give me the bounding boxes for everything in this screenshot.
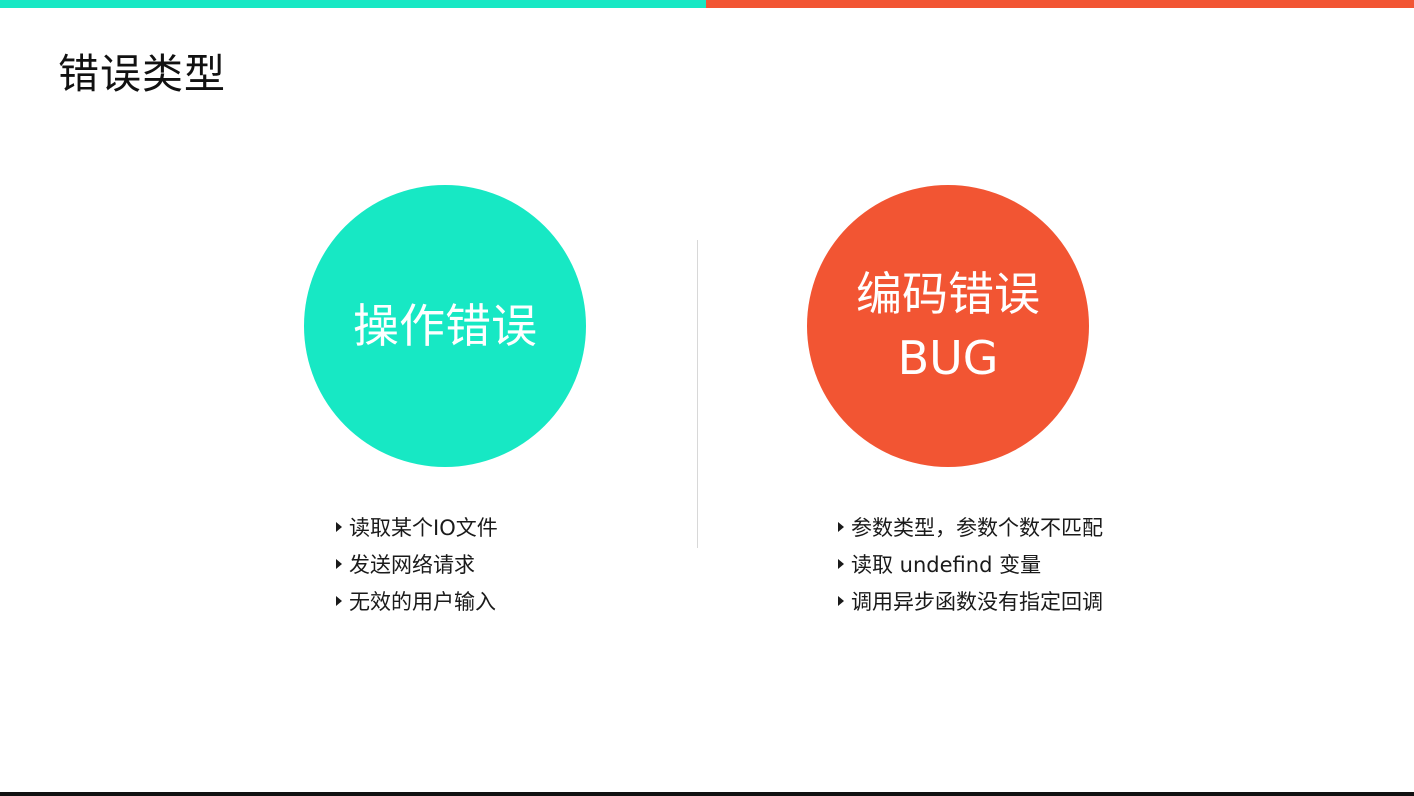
coding-error-label: 编码错误 (856, 267, 1040, 321)
list-item-text: 读取 undefind 变量 (851, 552, 1042, 577)
list-item: 发送网络请求 (336, 545, 498, 582)
list-item: 读取 undefind 变量 (838, 545, 1103, 582)
coding-error-list: 参数类型，参数个数不匹配 读取 undefind 变量 调用异步函数没有指定回调 (838, 508, 1103, 619)
list-item-text: 参数类型，参数个数不匹配 (851, 515, 1103, 540)
list-item: 调用异步函数没有指定回调 (838, 582, 1103, 619)
operation-error-list: 读取某个IO文件 发送网络请求 无效的用户输入 (336, 508, 498, 619)
center-divider (697, 240, 698, 548)
operation-error-label: 操作错误 (353, 299, 537, 353)
top-accent-bar-green (0, 0, 706, 8)
slide: 错误类型 操作错误 编码错误 BUG 读取某个IO文件 发送网络请求 无效的用户… (0, 0, 1414, 796)
list-item-text: 发送网络请求 (349, 552, 475, 577)
caret-right-icon (838, 558, 844, 569)
list-item: 参数类型，参数个数不匹配 (838, 508, 1103, 545)
bug-label: BUG (897, 331, 999, 385)
operation-error-circle: 操作错误 (304, 185, 586, 467)
list-item-text: 无效的用户输入 (349, 589, 496, 614)
caret-right-icon (838, 521, 844, 532)
list-item: 读取某个IO文件 (336, 508, 498, 545)
caret-right-icon (336, 558, 342, 569)
slide-title: 错误类型 (58, 50, 226, 98)
top-accent-bar (0, 0, 1414, 8)
top-accent-bar-red (706, 0, 1414, 8)
list-item-text: 调用异步函数没有指定回调 (851, 589, 1103, 614)
coding-error-circle: 编码错误 BUG (807, 185, 1089, 467)
list-item: 无效的用户输入 (336, 582, 498, 619)
bottom-bar (0, 792, 1414, 796)
list-item-text: 读取某个IO文件 (349, 515, 498, 540)
caret-right-icon (336, 595, 342, 606)
caret-right-icon (336, 521, 342, 532)
caret-right-icon (838, 595, 844, 606)
